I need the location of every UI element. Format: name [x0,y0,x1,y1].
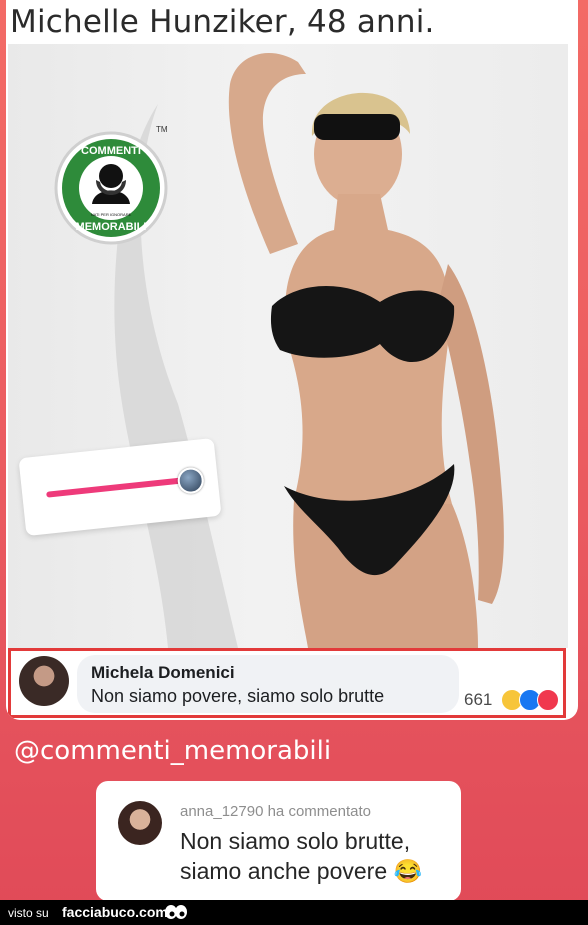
logo-trademark: TM [156,125,168,134]
highlighted-comment: Michela Domenici Non siamo povere, siamo… [8,648,566,718]
love-icon [537,689,559,711]
reaction-count[interactable]: 661 [464,690,492,710]
logo-bottom-text: MEMORABILI [76,221,147,233]
slider-knob[interactable] [176,466,206,495]
account-handle[interactable]: @commenti_memorabili [14,736,331,766]
commenter-avatar[interactable] [19,656,69,706]
reply-meta: anna_12790 ha commentato [180,803,371,820]
comment-bubble[interactable]: Michela Domenici Non siamo povere, siamo… [77,655,459,713]
logo-small-text: NATI PER IGNORARE [91,212,132,217]
post-title: Michelle Hunziker, 48 anni. [10,4,435,40]
logo-top-text: COMMENTI [81,145,141,157]
reply-comment-card: anna_12790 ha commentato Non siamo solo … [96,781,461,901]
post-photo[interactable]: COMMENTI MEMORABILI NATI PER IGNORARE TM [8,44,568,648]
footer-bar: visto su facciabuco.com [0,900,588,925]
slider-track[interactable] [46,477,184,498]
footer-brand[interactable]: facciabuco.com [62,904,168,920]
comment-text: Non siamo povere, siamo solo brutte [91,686,385,706]
shared-post-card: Michelle Hunziker, 48 anni. COMMENTI MEM… [6,0,578,720]
reply-avatar[interactable] [118,801,162,845]
eyes-icon [165,905,187,919]
brand-logo: COMMENTI MEMORABILI NATI PER IGNORARE TM [52,120,170,256]
footer-prefix: visto su [8,906,49,920]
reply-text: Non siamo solo brutte, siamo anche pover… [180,828,423,884]
comment-author[interactable]: Michela Domenici [91,663,235,683]
